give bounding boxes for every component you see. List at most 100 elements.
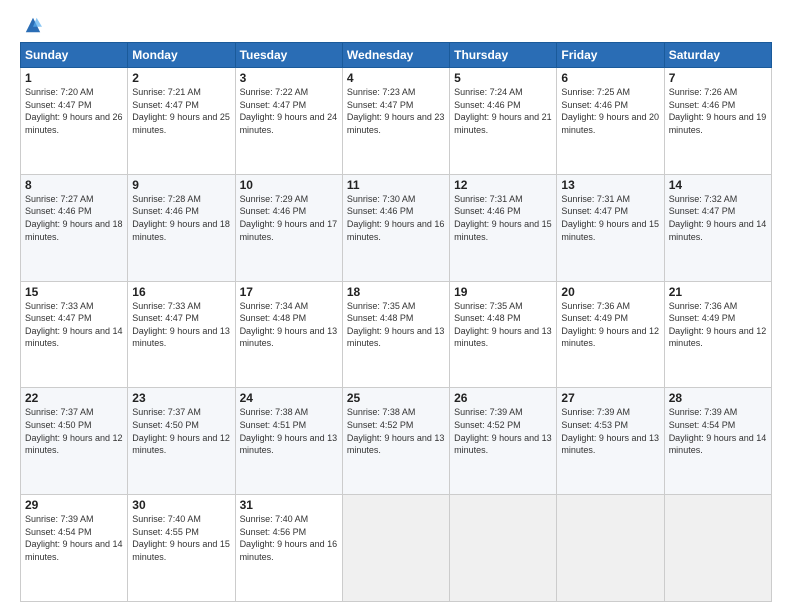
day-number: 16	[132, 285, 230, 299]
calendar-cell: 10 Sunrise: 7:29 AMSunset: 4:46 PMDaylig…	[235, 174, 342, 281]
cell-text: Sunrise: 7:34 AMSunset: 4:48 PMDaylight:…	[240, 301, 338, 349]
day-number: 17	[240, 285, 338, 299]
cell-text: Sunrise: 7:37 AMSunset: 4:50 PMDaylight:…	[132, 407, 230, 455]
calendar-cell	[557, 495, 664, 602]
cell-text: Sunrise: 7:25 AMSunset: 4:46 PMDaylight:…	[561, 87, 659, 135]
calendar-cell: 26 Sunrise: 7:39 AMSunset: 4:52 PMDaylig…	[450, 388, 557, 495]
day-number: 29	[25, 498, 123, 512]
cell-text: Sunrise: 7:38 AMSunset: 4:52 PMDaylight:…	[347, 407, 445, 455]
cell-text: Sunrise: 7:35 AMSunset: 4:48 PMDaylight:…	[347, 301, 445, 349]
day-number: 28	[669, 391, 767, 405]
calendar-cell: 17 Sunrise: 7:34 AMSunset: 4:48 PMDaylig…	[235, 281, 342, 388]
day-number: 24	[240, 391, 338, 405]
calendar-cell: 3 Sunrise: 7:22 AMSunset: 4:47 PMDayligh…	[235, 68, 342, 175]
day-number: 20	[561, 285, 659, 299]
header	[20, 16, 772, 34]
day-number: 2	[132, 71, 230, 85]
day-number: 15	[25, 285, 123, 299]
day-number: 30	[132, 498, 230, 512]
logo	[20, 16, 42, 34]
calendar-cell: 4 Sunrise: 7:23 AMSunset: 4:47 PMDayligh…	[342, 68, 449, 175]
day-number: 9	[132, 178, 230, 192]
calendar-cell: 22 Sunrise: 7:37 AMSunset: 4:50 PMDaylig…	[21, 388, 128, 495]
cell-text: Sunrise: 7:38 AMSunset: 4:51 PMDaylight:…	[240, 407, 338, 455]
calendar-cell	[342, 495, 449, 602]
day-number: 5	[454, 71, 552, 85]
cell-text: Sunrise: 7:32 AMSunset: 4:47 PMDaylight:…	[669, 194, 767, 242]
calendar-cell: 20 Sunrise: 7:36 AMSunset: 4:49 PMDaylig…	[557, 281, 664, 388]
calendar-cell: 12 Sunrise: 7:31 AMSunset: 4:46 PMDaylig…	[450, 174, 557, 281]
cell-text: Sunrise: 7:28 AMSunset: 4:46 PMDaylight:…	[132, 194, 230, 242]
calendar-cell: 9 Sunrise: 7:28 AMSunset: 4:46 PMDayligh…	[128, 174, 235, 281]
calendar-cell: 21 Sunrise: 7:36 AMSunset: 4:49 PMDaylig…	[664, 281, 771, 388]
cell-text: Sunrise: 7:26 AMSunset: 4:46 PMDaylight:…	[669, 87, 767, 135]
calendar-cell: 13 Sunrise: 7:31 AMSunset: 4:47 PMDaylig…	[557, 174, 664, 281]
cell-text: Sunrise: 7:40 AMSunset: 4:56 PMDaylight:…	[240, 514, 338, 562]
calendar-cell: 14 Sunrise: 7:32 AMSunset: 4:47 PMDaylig…	[664, 174, 771, 281]
day-number: 4	[347, 71, 445, 85]
calendar-cell: 29 Sunrise: 7:39 AMSunset: 4:54 PMDaylig…	[21, 495, 128, 602]
cell-text: Sunrise: 7:33 AMSunset: 4:47 PMDaylight:…	[25, 301, 123, 349]
day-number: 11	[347, 178, 445, 192]
calendar-cell: 24 Sunrise: 7:38 AMSunset: 4:51 PMDaylig…	[235, 388, 342, 495]
calendar-cell: 15 Sunrise: 7:33 AMSunset: 4:47 PMDaylig…	[21, 281, 128, 388]
calendar-cell: 7 Sunrise: 7:26 AMSunset: 4:46 PMDayligh…	[664, 68, 771, 175]
calendar-week-0: 1 Sunrise: 7:20 AMSunset: 4:47 PMDayligh…	[21, 68, 772, 175]
calendar-cell: 5 Sunrise: 7:24 AMSunset: 4:46 PMDayligh…	[450, 68, 557, 175]
cell-text: Sunrise: 7:31 AMSunset: 4:47 PMDaylight:…	[561, 194, 659, 242]
cell-text: Sunrise: 7:33 AMSunset: 4:47 PMDaylight:…	[132, 301, 230, 349]
cell-text: Sunrise: 7:36 AMSunset: 4:49 PMDaylight:…	[669, 301, 767, 349]
calendar-header-monday: Monday	[128, 43, 235, 68]
cell-text: Sunrise: 7:31 AMSunset: 4:46 PMDaylight:…	[454, 194, 552, 242]
cell-text: Sunrise: 7:23 AMSunset: 4:47 PMDaylight:…	[347, 87, 445, 135]
calendar-cell: 8 Sunrise: 7:27 AMSunset: 4:46 PMDayligh…	[21, 174, 128, 281]
day-number: 27	[561, 391, 659, 405]
calendar-cell: 11 Sunrise: 7:30 AMSunset: 4:46 PMDaylig…	[342, 174, 449, 281]
calendar-week-2: 15 Sunrise: 7:33 AMSunset: 4:47 PMDaylig…	[21, 281, 772, 388]
day-number: 10	[240, 178, 338, 192]
calendar-cell: 2 Sunrise: 7:21 AMSunset: 4:47 PMDayligh…	[128, 68, 235, 175]
calendar-cell: 18 Sunrise: 7:35 AMSunset: 4:48 PMDaylig…	[342, 281, 449, 388]
calendar-header-friday: Friday	[557, 43, 664, 68]
day-number: 22	[25, 391, 123, 405]
calendar-cell	[664, 495, 771, 602]
calendar-cell	[450, 495, 557, 602]
cell-text: Sunrise: 7:40 AMSunset: 4:55 PMDaylight:…	[132, 514, 230, 562]
calendar-cell: 28 Sunrise: 7:39 AMSunset: 4:54 PMDaylig…	[664, 388, 771, 495]
calendar-cell: 27 Sunrise: 7:39 AMSunset: 4:53 PMDaylig…	[557, 388, 664, 495]
day-number: 23	[132, 391, 230, 405]
cell-text: Sunrise: 7:37 AMSunset: 4:50 PMDaylight:…	[25, 407, 123, 455]
cell-text: Sunrise: 7:39 AMSunset: 4:53 PMDaylight:…	[561, 407, 659, 455]
calendar-week-1: 8 Sunrise: 7:27 AMSunset: 4:46 PMDayligh…	[21, 174, 772, 281]
cell-text: Sunrise: 7:29 AMSunset: 4:46 PMDaylight:…	[240, 194, 338, 242]
day-number: 19	[454, 285, 552, 299]
cell-text: Sunrise: 7:39 AMSunset: 4:54 PMDaylight:…	[25, 514, 123, 562]
cell-text: Sunrise: 7:36 AMSunset: 4:49 PMDaylight:…	[561, 301, 659, 349]
day-number: 18	[347, 285, 445, 299]
calendar-header-thursday: Thursday	[450, 43, 557, 68]
page: SundayMondayTuesdayWednesdayThursdayFrid…	[0, 0, 792, 612]
day-number: 31	[240, 498, 338, 512]
day-number: 7	[669, 71, 767, 85]
cell-text: Sunrise: 7:24 AMSunset: 4:46 PMDaylight:…	[454, 87, 552, 135]
calendar-cell: 23 Sunrise: 7:37 AMSunset: 4:50 PMDaylig…	[128, 388, 235, 495]
calendar: SundayMondayTuesdayWednesdayThursdayFrid…	[20, 42, 772, 602]
day-number: 13	[561, 178, 659, 192]
calendar-header-row: SundayMondayTuesdayWednesdayThursdayFrid…	[21, 43, 772, 68]
day-number: 12	[454, 178, 552, 192]
calendar-cell: 25 Sunrise: 7:38 AMSunset: 4:52 PMDaylig…	[342, 388, 449, 495]
cell-text: Sunrise: 7:27 AMSunset: 4:46 PMDaylight:…	[25, 194, 123, 242]
cell-text: Sunrise: 7:30 AMSunset: 4:46 PMDaylight:…	[347, 194, 445, 242]
calendar-cell: 31 Sunrise: 7:40 AMSunset: 4:56 PMDaylig…	[235, 495, 342, 602]
day-number: 26	[454, 391, 552, 405]
day-number: 21	[669, 285, 767, 299]
day-number: 1	[25, 71, 123, 85]
calendar-cell: 1 Sunrise: 7:20 AMSunset: 4:47 PMDayligh…	[21, 68, 128, 175]
day-number: 14	[669, 178, 767, 192]
calendar-cell: 19 Sunrise: 7:35 AMSunset: 4:48 PMDaylig…	[450, 281, 557, 388]
calendar-header-saturday: Saturday	[664, 43, 771, 68]
day-number: 6	[561, 71, 659, 85]
day-number: 8	[25, 178, 123, 192]
calendar-header-sunday: Sunday	[21, 43, 128, 68]
cell-text: Sunrise: 7:20 AMSunset: 4:47 PMDaylight:…	[25, 87, 123, 135]
